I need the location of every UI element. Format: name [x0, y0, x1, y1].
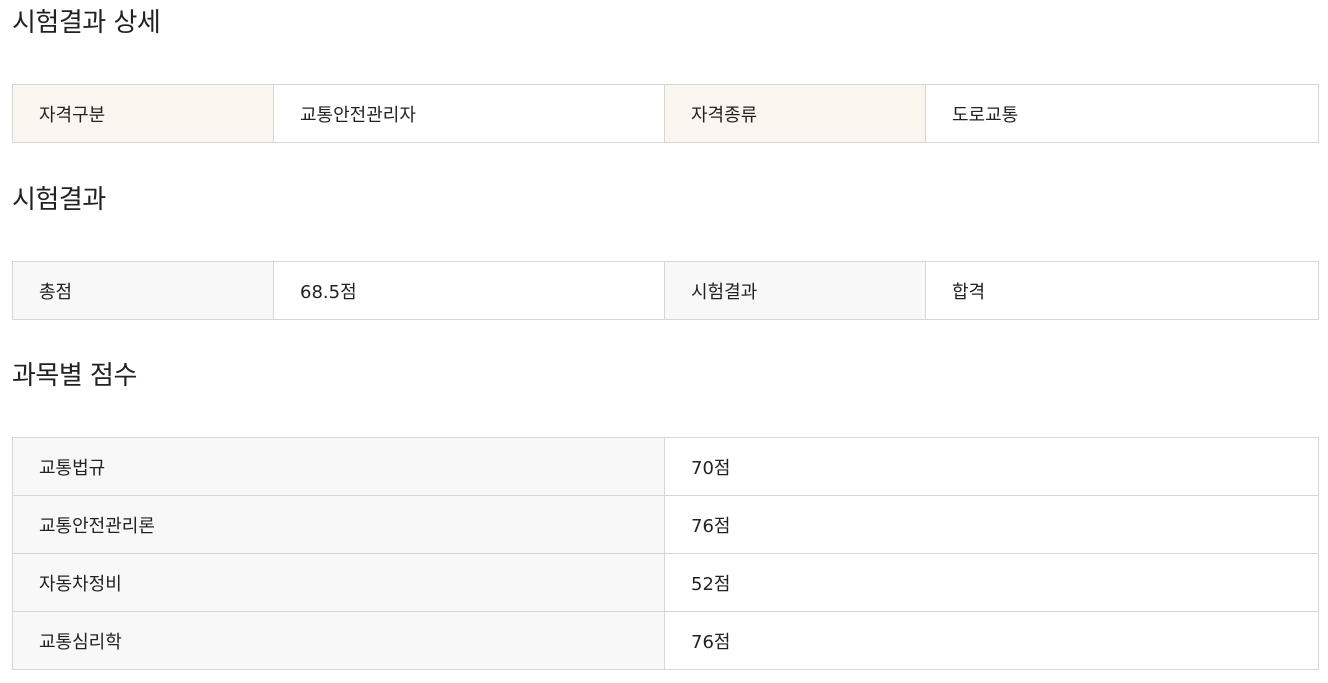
qualification-type-label: 자격종류 [664, 84, 926, 143]
subject-name: 교통안전관리론 [12, 495, 665, 554]
table-row: 교통법규 70점 [12, 437, 1319, 496]
qualification-row: 자격구분 교통안전관리자 자격종류 도로교통 [12, 84, 1319, 143]
qualification-type-value: 도로교통 [925, 84, 1319, 143]
total-score-value: 68.5점 [273, 261, 665, 320]
result-table: 총점 68.5점 시험결과 합격 [12, 261, 1319, 320]
subject-score-table: 교통법규 70점 교통안전관리론 76점 자동차정비 52점 교통심리학 76점 [12, 437, 1319, 670]
subject-score: 76점 [664, 611, 1319, 670]
section-title-result: 시험결과 [12, 185, 106, 215]
qualification-category-value: 교통안전관리자 [273, 84, 665, 143]
exam-result-label: 시험결과 [664, 261, 926, 320]
subject-score: 76점 [664, 495, 1319, 554]
subject-score: 52점 [664, 553, 1319, 612]
section-title-subject: 과목별 점수 [12, 361, 137, 391]
table-row: 교통심리학 76점 [12, 611, 1319, 670]
subject-score: 70점 [664, 437, 1319, 496]
section-title-detail: 시험결과 상세 [12, 8, 161, 38]
qualification-table: 자격구분 교통안전관리자 자격종류 도로교통 [12, 84, 1319, 143]
subject-name: 교통심리학 [12, 611, 665, 670]
subject-name: 자동차정비 [12, 553, 665, 612]
result-row: 총점 68.5점 시험결과 합격 [12, 261, 1319, 320]
qualification-category-label: 자격구분 [12, 84, 274, 143]
total-score-label: 총점 [12, 261, 274, 320]
subject-name: 교통법규 [12, 437, 665, 496]
table-row: 교통안전관리론 76점 [12, 495, 1319, 554]
table-row: 자동차정비 52점 [12, 553, 1319, 612]
exam-result-value: 합격 [925, 261, 1319, 320]
